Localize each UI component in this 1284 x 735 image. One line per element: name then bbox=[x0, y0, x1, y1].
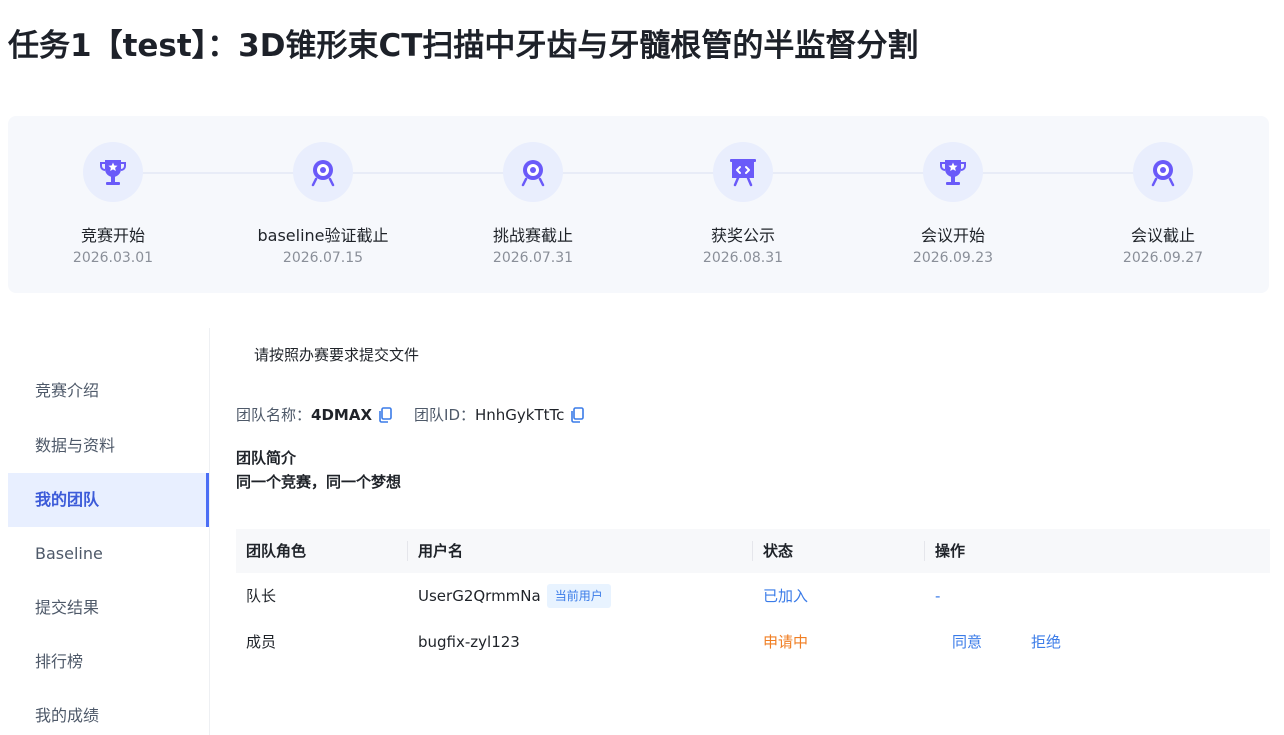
sidebar-item-baseline[interactable]: Baseline bbox=[8, 527, 209, 581]
sidebar-item-competition-intro[interactable]: 竞赛介绍 bbox=[8, 364, 209, 418]
member-status: 已加入 bbox=[763, 587, 809, 605]
team-name-value: 4DMAX bbox=[311, 405, 373, 424]
sidebar-item-data-resources[interactable]: 数据与资料 bbox=[8, 419, 209, 473]
member-role: 成员 bbox=[246, 633, 277, 651]
milestone-label: 挑战赛截止 bbox=[492, 226, 573, 245]
copy-icon[interactable] bbox=[378, 406, 392, 423]
column-header-status: 状态 bbox=[763, 542, 794, 560]
member-username: UserG2QrmmNa bbox=[418, 587, 541, 605]
milestone-label: 竞赛开始 bbox=[80, 226, 145, 245]
presentation-board-icon bbox=[713, 142, 773, 202]
sidebar-nav: 竞赛介绍 数据与资料 我的团队 Baseline 提交结果 排行榜 我的成绩 bbox=[8, 328, 210, 735]
trophy-icon bbox=[83, 142, 143, 202]
table-row: 队长 UserG2QrmmNa 当前用户 已加入 - bbox=[236, 573, 1270, 619]
team-intro-title: 团队简介 bbox=[236, 449, 297, 467]
milestone-date: 2026.07.15 bbox=[282, 250, 364, 266]
milestone-label: 获奖公示 bbox=[710, 226, 775, 245]
table-row: 成员 bugfix-zyl123 申请中 同意 拒绝 bbox=[236, 619, 1270, 665]
sidebar-item-leaderboard[interactable]: 排行榜 bbox=[8, 635, 209, 689]
column-header-action: 操作 bbox=[935, 542, 966, 560]
member-status: 申请中 bbox=[763, 633, 809, 651]
team-intro-text: 同一个竞赛，同一个梦想 bbox=[236, 473, 402, 491]
team-name-label: 团队名称： bbox=[236, 406, 312, 424]
reject-button[interactable]: 拒绝 bbox=[1031, 619, 1061, 665]
submission-note: 请按照办赛要求提交文件 bbox=[254, 346, 420, 364]
sidebar-item-my-team[interactable]: 我的团队 bbox=[8, 473, 209, 527]
target-icon bbox=[1133, 142, 1193, 202]
member-role: 队长 bbox=[246, 587, 277, 605]
team-info-row: 团队名称： 4DMAX 团队ID： HnhGykTtTc bbox=[236, 404, 588, 425]
milestone-date: 2026.03.01 bbox=[72, 250, 154, 266]
sidebar-item-submit-results[interactable]: 提交结果 bbox=[8, 581, 209, 635]
trophy-icon bbox=[923, 142, 983, 202]
milestone-label: 会议截止 bbox=[1130, 226, 1195, 245]
current-user-badge: 当前用户 bbox=[546, 583, 611, 608]
milestone-date: 2026.07.31 bbox=[492, 250, 574, 266]
team-id-value: HnhGykTtTc bbox=[475, 405, 565, 424]
member-username-cell: UserG2QrmmNa 当前用户 bbox=[418, 573, 611, 619]
team-id-label: 团队ID： bbox=[414, 406, 475, 424]
milestone-date: 2026.08.31 bbox=[702, 250, 784, 266]
member-action: - bbox=[935, 587, 941, 605]
approve-button[interactable]: 同意 bbox=[952, 619, 982, 665]
sidebar-item-my-scores[interactable]: 我的成绩 bbox=[8, 689, 209, 735]
member-username: bugfix-zyl123 bbox=[418, 633, 520, 651]
milestone-label: 会议开始 bbox=[920, 226, 985, 245]
milestone-label: baseline验证截止 bbox=[257, 226, 389, 245]
table-header: 团队角色 用户名 状态 操作 bbox=[236, 529, 1270, 573]
timeline-line bbox=[112, 172, 1165, 174]
team-members-table: 团队角色 用户名 状态 操作 队长 UserG2QrmmNa 当前用户 已加入 -… bbox=[236, 529, 1270, 665]
page-title: 任务1【test】：3D锥形束CT扫描中牙齿与牙髓根管的半监督分割 bbox=[8, 28, 919, 64]
milestone-date: 2026.09.23 bbox=[912, 250, 994, 266]
milestone-date: 2026.09.27 bbox=[1122, 250, 1204, 266]
column-header-username: 用户名 bbox=[418, 542, 464, 560]
timeline: 竞赛开始 2026.03.01 baseline验证截止 2026.07.15 … bbox=[8, 116, 1269, 293]
target-icon bbox=[503, 142, 563, 202]
copy-icon[interactable] bbox=[570, 406, 585, 423]
target-icon bbox=[293, 142, 353, 202]
column-header-role: 团队角色 bbox=[246, 542, 307, 560]
